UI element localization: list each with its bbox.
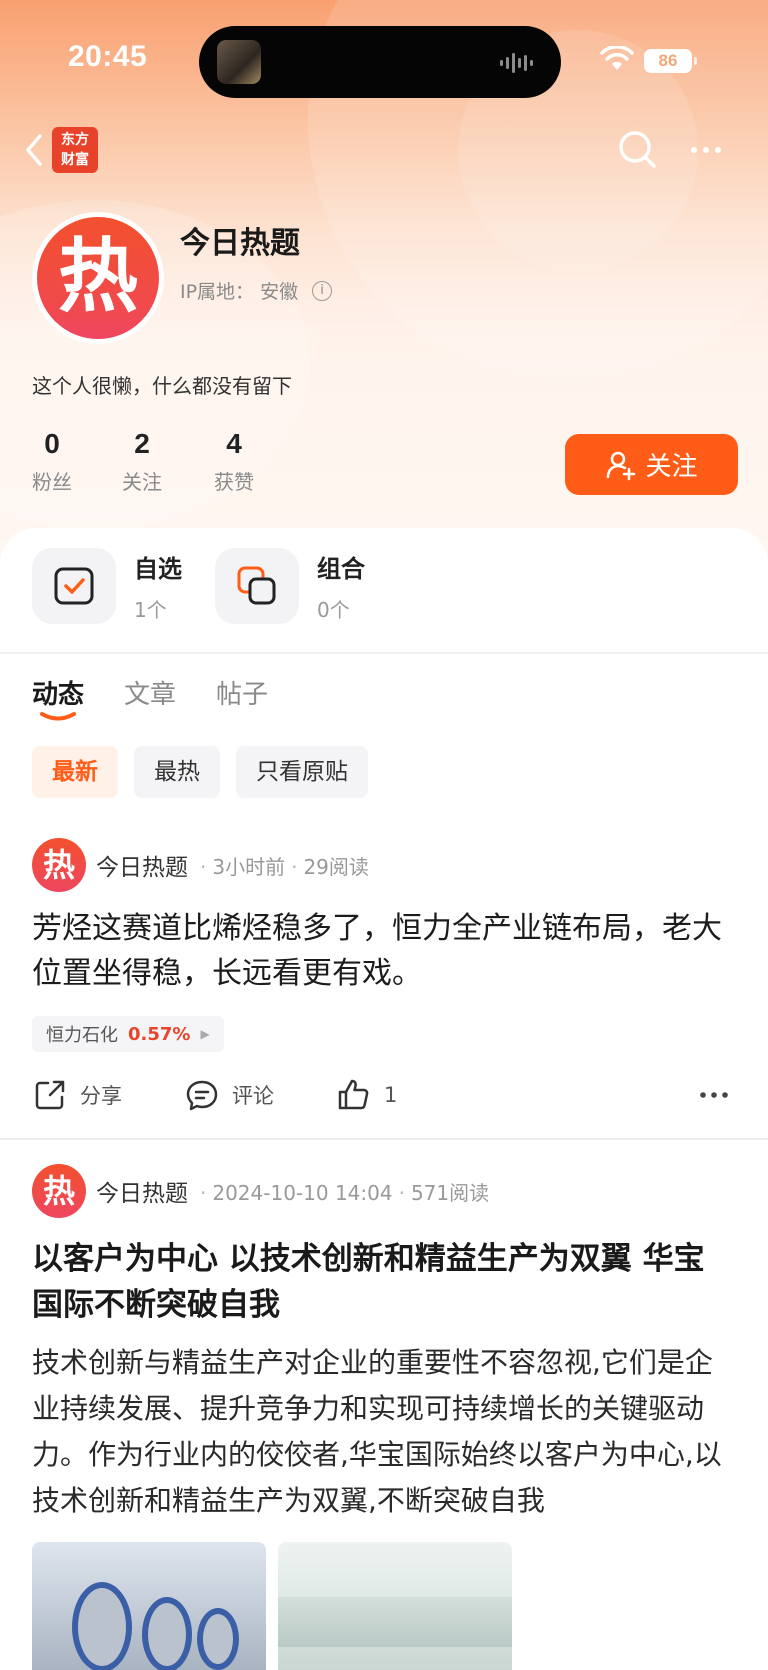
status-time: 20:45 (68, 40, 148, 73)
profile-bio: 这个人很懒，什么都没有留下 (32, 374, 292, 398)
post-more-button[interactable] (696, 1072, 732, 1118)
avatar[interactable]: 热 (32, 1164, 86, 1218)
filter-latest[interactable]: 最新 (32, 746, 118, 798)
thumbs-up-icon (338, 1079, 369, 1110)
stock-tag[interactable]: 恒力石化 0.57% ▶ (32, 1016, 224, 1052)
brand-logo: 东方 财富 (52, 127, 98, 173)
profile-name: 今日热题 (180, 226, 300, 261)
content-card: 自选 1个 组合 0个 动态 文章 帖子 最新 最热 只看原贴 热 今日热题 ·… (0, 528, 768, 1670)
tab-articles[interactable]: 文章 (124, 674, 176, 711)
like-button[interactable]: 1 (336, 1072, 397, 1118)
stat-following[interactable]: 2 关注 (122, 428, 162, 495)
post-time: 2024-10-10 14:04 (212, 1180, 393, 1205)
post-author[interactable]: 今日热题 (96, 848, 188, 882)
active-tab-indicator (40, 712, 76, 721)
now-playing-thumbnail (217, 40, 261, 84)
add-user-icon (607, 451, 636, 480)
comment-button[interactable]: 评论 (184, 1072, 274, 1118)
more-options-icon (700, 1092, 728, 1098)
back-arrow-icon[interactable] (20, 130, 50, 170)
post-reads: 571阅读 (410, 1180, 490, 1205)
article-excerpt[interactable]: 技术创新与精益生产对企业的重要性不容忽视,它们是企业持续发展、提升竞争力和实现可… (32, 1340, 732, 1524)
filter-bar: 最新 最热 只看原贴 (32, 746, 368, 798)
portfolio-icon (237, 566, 276, 605)
post-divider (0, 1138, 768, 1140)
post-header[interactable]: 热 今日热题 · 2024-10-10 14:04 · 571阅读 (32, 1164, 489, 1218)
dynamic-island (199, 26, 561, 98)
avatar[interactable]: 热 (32, 838, 86, 892)
share-icon (35, 1080, 65, 1110)
follow-button[interactable]: 关注 (565, 434, 738, 495)
stat-likes[interactable]: 4 获赞 (214, 428, 254, 495)
divider (0, 652, 768, 654)
stat-followers[interactable]: 0 粉丝 (32, 428, 72, 495)
info-icon[interactable]: i (312, 280, 333, 301)
wifi-icon (600, 46, 634, 70)
post-reads: 29阅读 (303, 854, 369, 879)
article-image-1[interactable] (32, 1542, 266, 1670)
profile-avatar[interactable]: 热 (32, 212, 164, 344)
tab-posts[interactable]: 帖子 (216, 674, 268, 711)
filter-original-only[interactable]: 只看原贴 (236, 746, 368, 798)
post-author[interactable]: 今日热题 (96, 1174, 188, 1208)
ip-location: IP属地： 安徽 i (180, 277, 333, 304)
tab-dynamic[interactable]: 动态 (32, 674, 84, 711)
post-actions: 分享 评论 1 (32, 1072, 736, 1118)
chevron-right-icon: ▶ (200, 1027, 210, 1041)
article-title[interactable]: 以客户为中心 以技术创新和精益生产为双翼 华宝国际不断突破自我 (32, 1236, 732, 1328)
quick-portfolio[interactable]: 组合 0个 (215, 548, 365, 624)
comment-icon (186, 1080, 218, 1111)
more-options-icon[interactable] (686, 135, 726, 165)
post-header[interactable]: 热 今日热题 · 3小时前 · 29阅读 (32, 838, 369, 892)
post-time: 3小时前 (212, 854, 286, 879)
content-tabs: 动态 文章 帖子 (32, 674, 268, 711)
watchlist-icon (54, 567, 94, 605)
share-button[interactable]: 分享 (32, 1072, 122, 1118)
quick-watchlist[interactable]: 自选 1个 (32, 548, 182, 624)
article-image-2[interactable] (278, 1542, 512, 1670)
filter-hottest[interactable]: 最热 (134, 746, 220, 798)
audio-wave-icon (500, 51, 533, 75)
post-text[interactable]: 芳烃这赛道比烯烃稳多了，恒力全产业链布局，老大位置坐得稳，长远看更有戏。 (32, 906, 732, 996)
search-icon[interactable] (616, 128, 660, 172)
battery-icon: 86 (644, 49, 697, 73)
